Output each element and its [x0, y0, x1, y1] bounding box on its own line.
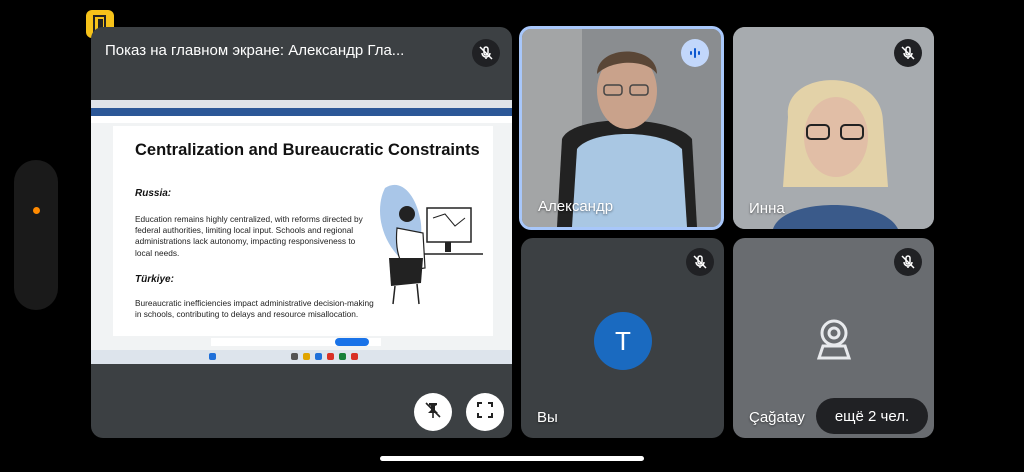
home-indicator[interactable] — [380, 456, 644, 461]
unpin-icon — [423, 400, 443, 425]
participant-tile-you[interactable]: T Вы — [521, 238, 724, 438]
person-at-computer-illustration — [380, 184, 483, 305]
presentation-tile[interactable]: Показ на главном экране: Александр Гла..… — [91, 27, 512, 438]
os-taskbar — [91, 350, 512, 364]
shared-screen: Centralization and Bureaucratic Constrai… — [91, 100, 512, 364]
share-access-button — [335, 338, 369, 346]
slide-heading: Centralization and Bureaucratic Constrai… — [135, 141, 480, 159]
taskbar-app-icon — [291, 353, 298, 360]
taskbar-app-icon — [351, 353, 358, 360]
slide-section-title-turkiye: Türkiye: — [135, 274, 174, 285]
mic-off-icon — [894, 248, 922, 276]
screen-share-notice — [211, 338, 381, 346]
slide: Centralization and Bureaucratic Constrai… — [113, 126, 493, 336]
taskbar-app-icon — [303, 353, 310, 360]
start-icon — [209, 353, 216, 360]
fullscreen-button[interactable] — [466, 393, 504, 431]
participant-tile-alexander[interactable]: Александр — [519, 26, 724, 230]
unpin-button[interactable] — [414, 393, 452, 431]
slide-section-title-russia: Russia: — [135, 188, 172, 199]
fullscreen-icon — [476, 401, 494, 424]
participant-name: Вы — [537, 409, 558, 426]
audio-level-icon — [681, 39, 709, 67]
document-title-bar — [91, 108, 512, 116]
participant-name: Çağatay — [749, 409, 805, 426]
browser-tab-bar — [91, 100, 512, 108]
document-menu-bar — [91, 116, 512, 123]
indicator-dot — [33, 207, 40, 214]
mic-off-icon — [686, 248, 714, 276]
participant-name: Александр — [538, 198, 614, 215]
taskbar-app-icon — [327, 353, 334, 360]
slide-section-text-turkiye: Bureaucratic inefficiencies impact admin… — [135, 298, 374, 320]
participant-tile-inna[interactable]: Инна — [733, 27, 934, 229]
avatar: T — [594, 312, 652, 370]
presentation-title: Показ на главном экране: Александр Гла..… — [105, 42, 405, 59]
slide-section-text-russia: Education remains highly centralized, wi… — [135, 214, 363, 258]
taskbar-app-icon — [315, 353, 322, 360]
side-panel-handle[interactable] — [14, 160, 58, 310]
participant-name: Инна — [749, 200, 785, 217]
taskbar-app-icon — [339, 353, 346, 360]
mic-off-icon — [472, 39, 500, 67]
more-participants-button[interactable]: ещё 2 чел. — [816, 398, 928, 434]
mic-off-icon — [894, 39, 922, 67]
meeting-screen: Показ на главном экране: Александр Гла..… — [0, 0, 1024, 472]
camera-off-icon — [813, 316, 855, 365]
